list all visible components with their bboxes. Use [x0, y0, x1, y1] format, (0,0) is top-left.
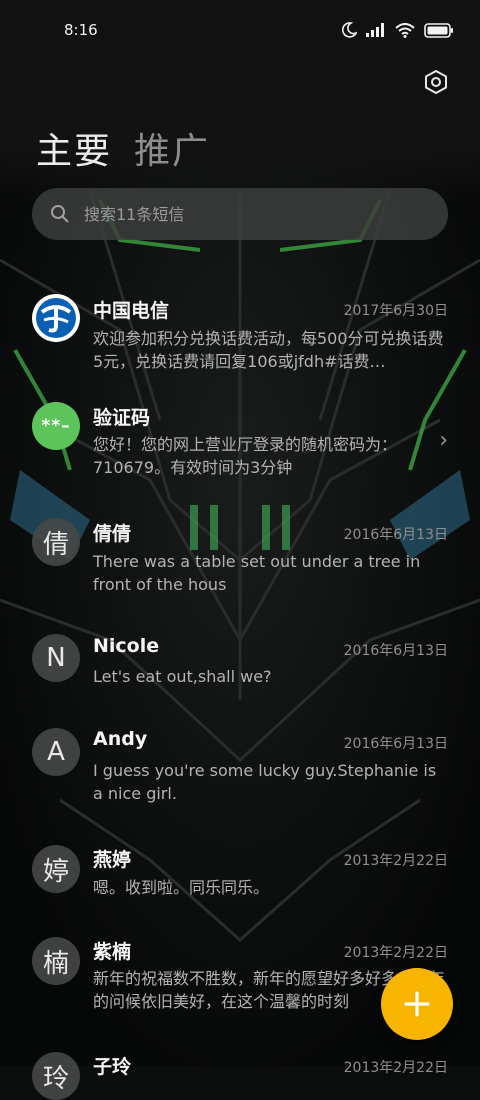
message-date: 2017年6月30日 — [343, 303, 448, 319]
contact-name: 验证码 — [93, 407, 151, 429]
settings-button[interactable] — [420, 66, 452, 98]
chevron-right-icon[interactable]: › — [439, 428, 448, 453]
tab-bar: 主要 推广 — [36, 122, 210, 174]
contact-name: Andy — [93, 728, 148, 750]
search-bar[interactable] — [32, 188, 448, 240]
china-telecom-logo-avatar — [32, 294, 80, 342]
message-preview: 欢迎参加积分兑换话费活动，每500分可兑换话费5元，兑换话费请回复106或jfd… — [93, 329, 444, 371]
new-message-button[interactable] — [381, 968, 453, 1040]
message-preview: There was a table set out under a tree i… — [93, 552, 421, 594]
search-icon — [50, 203, 72, 225]
message-preview: Let's eat out,shall we? — [93, 667, 272, 686]
moon-icon — [341, 22, 357, 38]
wifi-icon — [395, 22, 415, 38]
message-date: 2016年6月13日 — [343, 527, 448, 543]
signal-icon — [366, 23, 384, 37]
conversation-item[interactable]: **– 验证码 您好！您的网上营业厅登录的随机密码为：710679。有效时间为3… — [0, 396, 480, 496]
message-preview: 您好！您的网上营业厅登录的随机密码为：710679。有效时间为3分钟 — [93, 435, 398, 477]
contact-name: 中国电信 — [93, 300, 170, 322]
contact-name: Nicole — [93, 635, 160, 657]
tab-main[interactable]: 主要 — [36, 122, 112, 174]
message-date: 2016年6月13日 — [343, 736, 448, 752]
hexagon-settings-icon — [425, 69, 447, 95]
message-preview: 嗯。收到啦。同乐同乐。 — [93, 878, 270, 897]
conversation-item[interactable]: 婷 燕婷 2013年2月22日 嗯。收到啦。同乐同乐。 — [0, 843, 480, 923]
conversation-item[interactable]: A Andy 2016年6月13日 I guess you're some lu… — [0, 725, 480, 825]
avatar: 婷 — [32, 845, 80, 893]
status-bar: 8:16 — [0, 0, 480, 62]
message-date: 2013年2月22日 — [343, 1060, 448, 1076]
avatar: N — [32, 634, 80, 682]
conversation-item[interactable]: 中国电信 2017年6月30日 欢迎参加积分兑换话费活动，每500分可兑换话费5… — [0, 280, 480, 380]
avatar: 倩 — [32, 518, 80, 566]
contact-name: 紫楠 — [93, 941, 132, 963]
conversation-item[interactable]: 倩 倩倩 2016年6月13日 There was a table set ou… — [0, 513, 480, 613]
avatar: 玲 — [32, 1052, 80, 1100]
message-preview: I guess you're some lucky guy.Stephanie … — [93, 761, 437, 803]
battery-icon — [424, 22, 453, 38]
contact-name: 倩倩 — [93, 523, 132, 545]
status-icons — [341, 22, 454, 38]
message-date: 2013年2月22日 — [343, 853, 448, 869]
message-date: 2016年6月13日 — [343, 643, 448, 659]
status-time: 8:16 — [64, 21, 98, 39]
tab-promotions[interactable]: 推广 — [134, 122, 210, 174]
contact-name: 燕婷 — [93, 849, 132, 871]
conversation-item[interactable]: N Nicole 2016年6月13日 Let's eat out,shall … — [0, 630, 480, 710]
avatar: A — [32, 728, 80, 776]
search-input[interactable] — [82, 203, 416, 225]
plus-icon — [404, 991, 430, 1017]
avatar: **– — [32, 402, 80, 450]
message-date: 2013年2月22日 — [343, 945, 448, 961]
conversation-item[interactable]: 玲 子玲 2013年2月22日 — [0, 1050, 480, 1100]
avatar: 楠 — [32, 937, 80, 985]
